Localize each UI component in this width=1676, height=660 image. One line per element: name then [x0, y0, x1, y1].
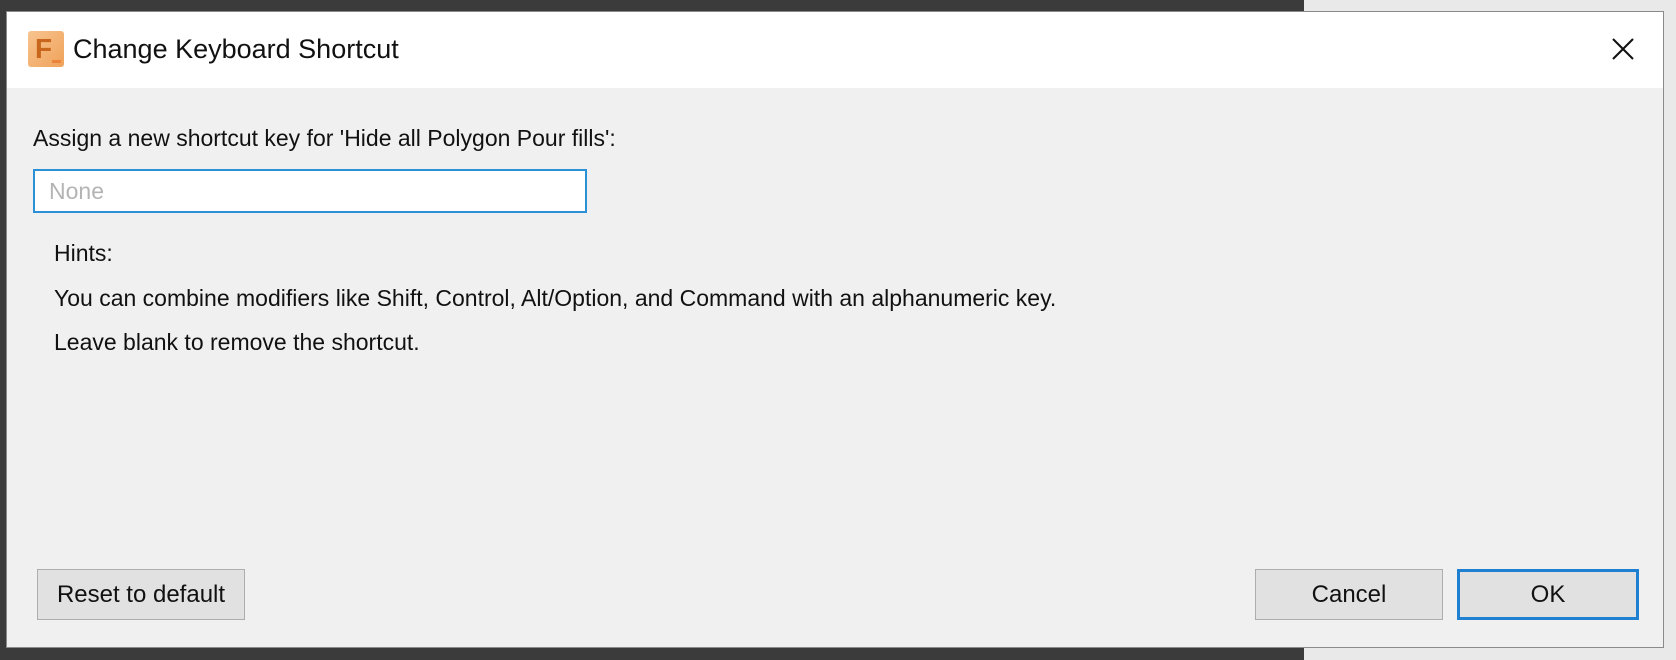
ok-button[interactable]: OK — [1457, 569, 1639, 620]
dialog-title: Change Keyboard Shortcut — [73, 34, 399, 64]
hint-line-blank: Leave blank to remove the shortcut. — [54, 329, 420, 355]
change-shortcut-dialog: F Change Keyboard Shortcut Assign a new … — [6, 11, 1664, 648]
reset-to-default-button[interactable]: Reset to default — [37, 569, 245, 620]
app-icon-letter: F — [35, 33, 53, 64]
fusion-app-icon: F — [28, 31, 64, 67]
assign-shortcut-label: Assign a new shortcut key for 'Hide all … — [33, 125, 616, 151]
cancel-button[interactable]: Cancel — [1255, 569, 1443, 620]
hints-heading: Hints: — [54, 240, 113, 266]
shortcut-input[interactable] — [33, 169, 587, 213]
hint-line-modifiers: You can combine modifiers like Shift, Co… — [54, 285, 1057, 311]
close-button[interactable] — [1583, 12, 1663, 88]
title-bar: F Change Keyboard Shortcut — [7, 12, 1663, 88]
close-icon — [1612, 38, 1634, 60]
